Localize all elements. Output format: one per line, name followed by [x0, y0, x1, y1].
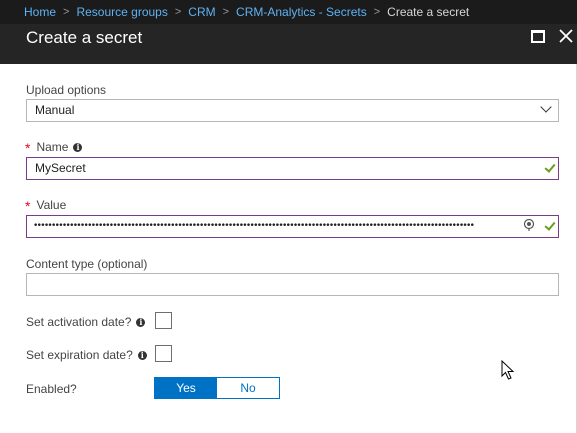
masked-value: ••••••••••••••••••••••••••••••••••••••••…: [33, 221, 475, 231]
value-label-text: Value: [36, 198, 67, 212]
name-label-text: Name: [36, 140, 69, 154]
breadcrumb-secrets[interactable]: CRM-Analytics - Secrets: [236, 5, 367, 19]
upload-options-label: Upload options: [26, 83, 106, 97]
activation-date-label-text: Set activation date?: [26, 315, 132, 329]
blade-header: Create a secret: [0, 24, 577, 64]
expiration-date-label-text: Set expiration date?: [26, 348, 133, 362]
upload-options-select[interactable]: Manual: [26, 99, 559, 122]
upload-options-label-text: Upload options: [26, 83, 107, 97]
page-title: Create a secret: [26, 28, 143, 47]
enabled-label: Enabled?: [26, 382, 77, 396]
form-panel: Upload options Manual * Name i MySecret …: [0, 64, 577, 433]
check-icon: [544, 219, 556, 231]
close-button[interactable]: [559, 27, 577, 45]
content-type-input[interactable]: [26, 273, 559, 296]
content-type-label-text: Content type (optional): [26, 257, 148, 271]
breadcrumb-separator: >: [373, 6, 381, 18]
check-icon: [544, 161, 556, 173]
info-icon[interactable]: i: [73, 142, 83, 152]
breadcrumb-separator: >: [222, 6, 230, 18]
expiration-date-checkbox[interactable]: [155, 345, 172, 362]
breadcrumb-separator: >: [174, 6, 182, 18]
chevron-down-icon: [540, 101, 552, 113]
reveal-icon[interactable]: [523, 219, 535, 231]
close-icon: [559, 29, 573, 43]
required-marker: *: [25, 198, 31, 214]
upload-options-value: Manual: [35, 103, 75, 117]
maximize-button[interactable]: [529, 28, 547, 44]
breadcrumb-crm[interactable]: CRM: [188, 5, 215, 19]
info-icon[interactable]: i: [136, 317, 146, 327]
info-icon[interactable]: i: [137, 350, 147, 360]
name-value: MySecret: [35, 161, 86, 175]
breadcrumb-home[interactable]: Home: [24, 5, 56, 19]
breadcrumb-resource-groups[interactable]: Resource groups: [76, 5, 167, 19]
required-marker: *: [25, 140, 31, 156]
content-type-label: Content type (optional): [26, 257, 147, 271]
breadcrumb-separator: >: [63, 6, 70, 18]
activation-date-checkbox[interactable]: [155, 312, 172, 329]
name-label: * Name i: [25, 140, 83, 156]
enabled-label-text: Enabled?: [26, 382, 77, 396]
value-label: * Value: [25, 198, 67, 214]
expiration-date-label: Set expiration date? i: [26, 348, 147, 362]
enabled-toggle[interactable]: Yes No: [154, 377, 280, 399]
maximize-icon: [531, 29, 545, 43]
breadcrumb-current: Create a secret: [387, 5, 470, 19]
activation-date-label: Set activation date? i: [26, 315, 146, 329]
top-bar: Home > Resource groups > CRM > CRM-Analy…: [0, 0, 577, 25]
enabled-yes-option[interactable]: Yes: [155, 378, 217, 398]
enabled-no-option[interactable]: No: [217, 378, 279, 398]
value-input[interactable]: ••••••••••••••••••••••••••••••••••••••••…: [26, 215, 559, 238]
mouse-cursor-icon: [501, 360, 515, 380]
breadcrumb: Home > Resource groups > CRM > CRM-Analy…: [24, 5, 469, 19]
name-input[interactable]: MySecret: [26, 157, 559, 180]
